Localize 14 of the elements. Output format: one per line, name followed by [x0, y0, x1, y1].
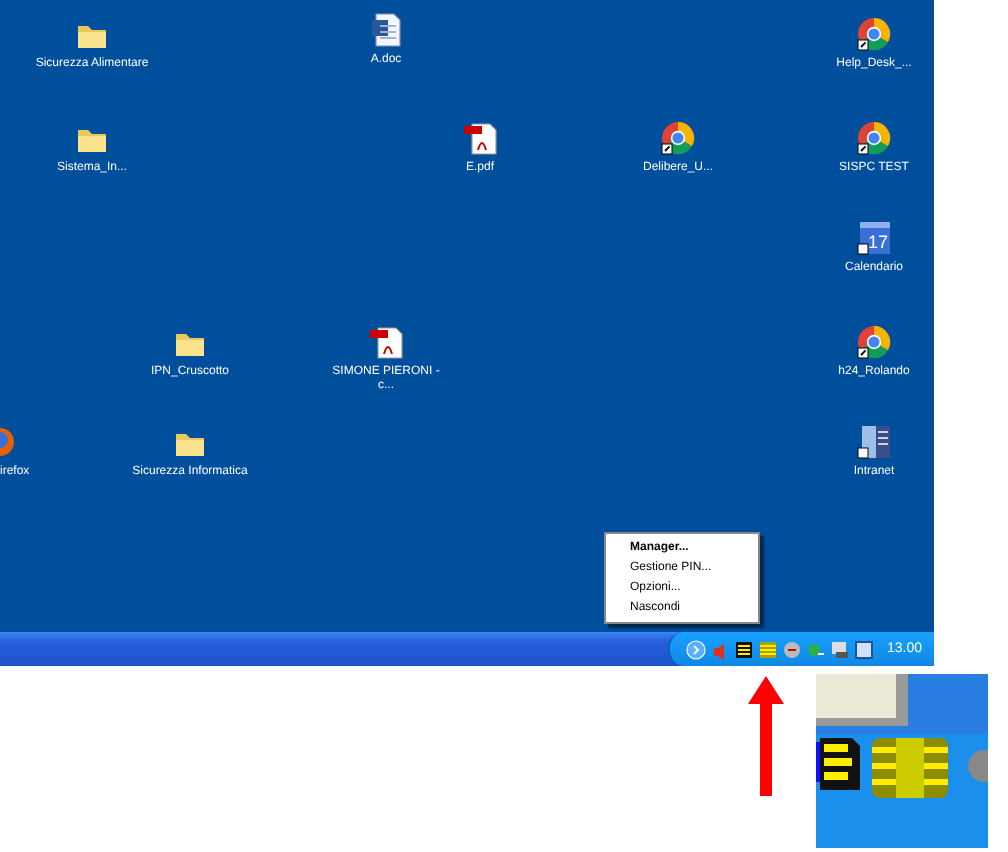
- pointer-arrow: [748, 676, 784, 796]
- card-reader-icon[interactable]: [734, 639, 755, 659]
- browser-icon[interactable]: [856, 16, 892, 52]
- computer-icon[interactable]: [830, 639, 851, 659]
- pdf-file-icon[interactable]: [368, 324, 404, 360]
- document-icon[interactable]: [368, 12, 404, 48]
- calendar-icon[interactable]: 17: [856, 220, 892, 256]
- browser-icon[interactable]: [660, 120, 696, 156]
- pdf-file-icon[interactable]: [462, 120, 498, 156]
- browser-icon[interactable]: [856, 324, 892, 360]
- expand-icon[interactable]: [686, 639, 707, 659]
- shortcut-icon[interactable]: [856, 424, 892, 460]
- display-icon[interactable]: [854, 639, 875, 659]
- browser-icon[interactable]: [856, 120, 892, 156]
